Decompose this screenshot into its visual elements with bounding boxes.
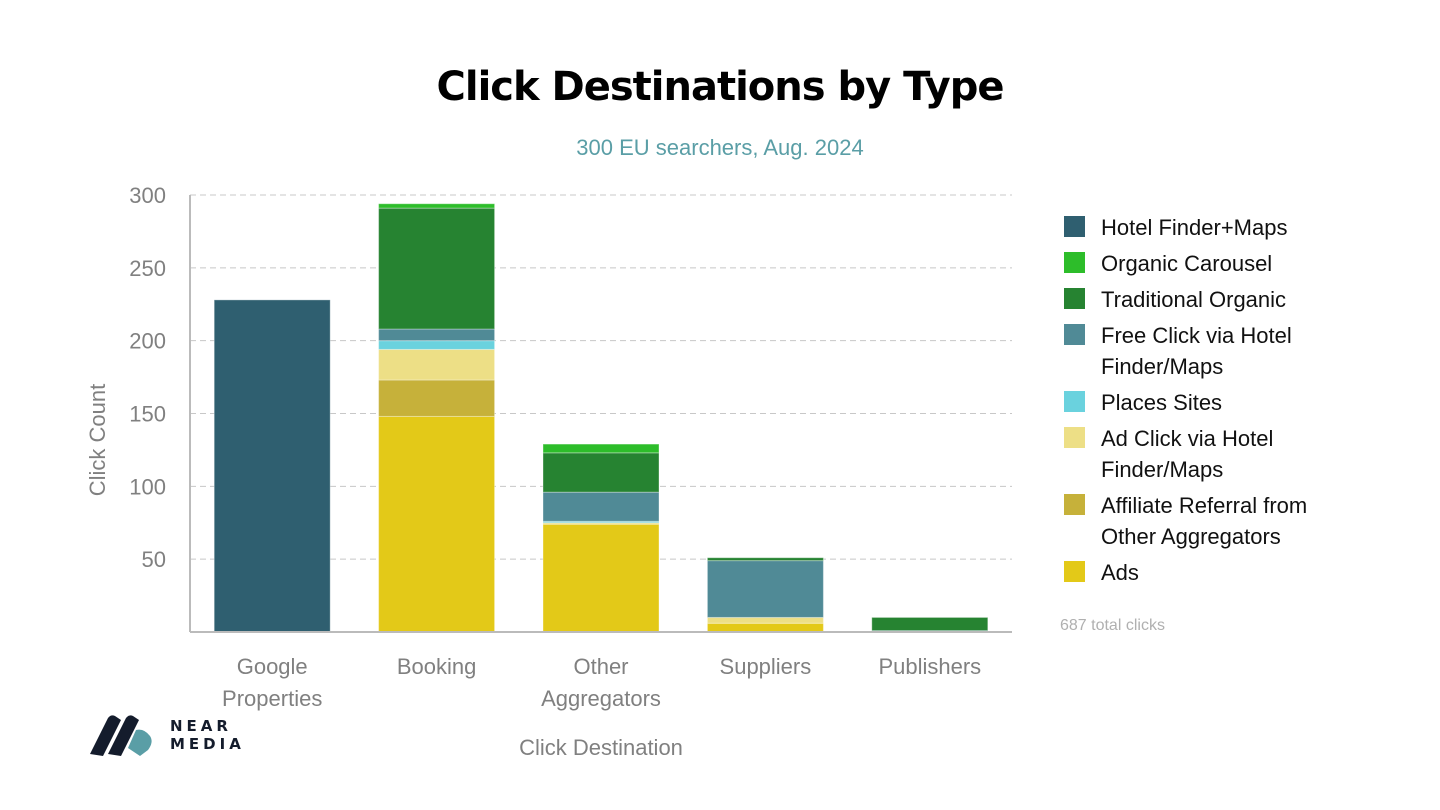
bar-segment	[378, 415, 496, 633]
y-tick-label: 150	[129, 402, 166, 427]
legend-swatch	[1064, 427, 1085, 448]
bar-segment	[378, 203, 496, 209]
bar-segment	[542, 523, 660, 633]
bar-segment	[706, 560, 824, 618]
legend-item: Organic Carousel	[1064, 248, 1364, 279]
bar-segment	[213, 299, 331, 633]
brand-line-1: NEAR	[170, 717, 232, 735]
bar-segment	[542, 452, 660, 493]
legend-swatch	[1064, 391, 1085, 412]
legend-item: Places Sites	[1064, 387, 1364, 418]
x-tick-label: Aggregators	[541, 686, 661, 711]
legend-label: Places Sites	[1101, 390, 1223, 415]
legend-swatch	[1064, 324, 1085, 345]
bar-segment	[871, 616, 989, 632]
legend-label: Ad Click via Hotel Finder/Maps	[1101, 426, 1274, 482]
legend-label: Traditional Organic	[1101, 287, 1287, 312]
legend: Hotel Finder+Maps Organic Carousel Traditi…	[1064, 212, 1364, 593]
y-tick-label: 200	[129, 329, 166, 354]
legend-swatch	[1064, 288, 1085, 309]
x-tick-label: Google	[237, 654, 308, 679]
bar-segment	[378, 207, 496, 330]
y-tick-label: 250	[129, 256, 166, 281]
legend-label: Organic Carousel	[1101, 251, 1273, 276]
bar-segment	[542, 443, 660, 454]
legend-label: Affiliate Referral from Other Aggregators	[1101, 493, 1308, 549]
near-media-logo-icon	[90, 715, 152, 756]
x-tick-label: Publishers	[878, 654, 981, 679]
y-axis-title: Click Count	[85, 384, 110, 496]
legend-swatch	[1064, 561, 1085, 582]
bar-segment	[706, 557, 824, 562]
y-tick-label: 100	[129, 474, 166, 499]
brand-line-2: MEDIA	[170, 735, 245, 753]
x-tick-label: Suppliers	[720, 654, 812, 679]
legend-item: Free Click via Hotel Finder/Maps	[1064, 320, 1364, 382]
legend-item: Ad Click via Hotel Finder/Maps	[1064, 423, 1364, 485]
legend-swatch	[1064, 252, 1085, 273]
total-clicks-annotation: 687 total clicks	[1060, 617, 1165, 634]
x-tick-label: Booking	[397, 654, 477, 679]
legend-label: Hotel Finder+Maps	[1101, 215, 1288, 240]
brand-name: NEAR MEDIA	[170, 717, 245, 753]
x-tick-label: Other	[573, 654, 628, 679]
legend-item: Traditional Organic	[1064, 284, 1364, 315]
bar-segment	[378, 379, 496, 417]
legend-item: Ads	[1064, 557, 1364, 588]
legend-item: Hotel Finder+Maps	[1064, 212, 1364, 243]
bar-segment	[378, 348, 496, 381]
bar-segment	[378, 340, 496, 350]
legend-swatch	[1064, 216, 1085, 237]
bar-segment	[706, 622, 824, 633]
legend-swatch	[1064, 494, 1085, 515]
legend-label: Ads	[1101, 560, 1139, 585]
bar-segment	[542, 491, 660, 522]
bar-segment	[378, 328, 496, 342]
y-tick-label: 50	[142, 547, 166, 572]
bar-segment	[706, 616, 824, 624]
y-tick-label: 300	[129, 183, 166, 208]
legend-item: Affiliate Referral from Other Aggregators	[1064, 490, 1364, 552]
legend-label: Free Click via Hotel Finder/Maps	[1101, 323, 1292, 379]
x-tick-label: Properties	[222, 686, 322, 711]
x-axis-title: Click Destination	[519, 735, 683, 760]
